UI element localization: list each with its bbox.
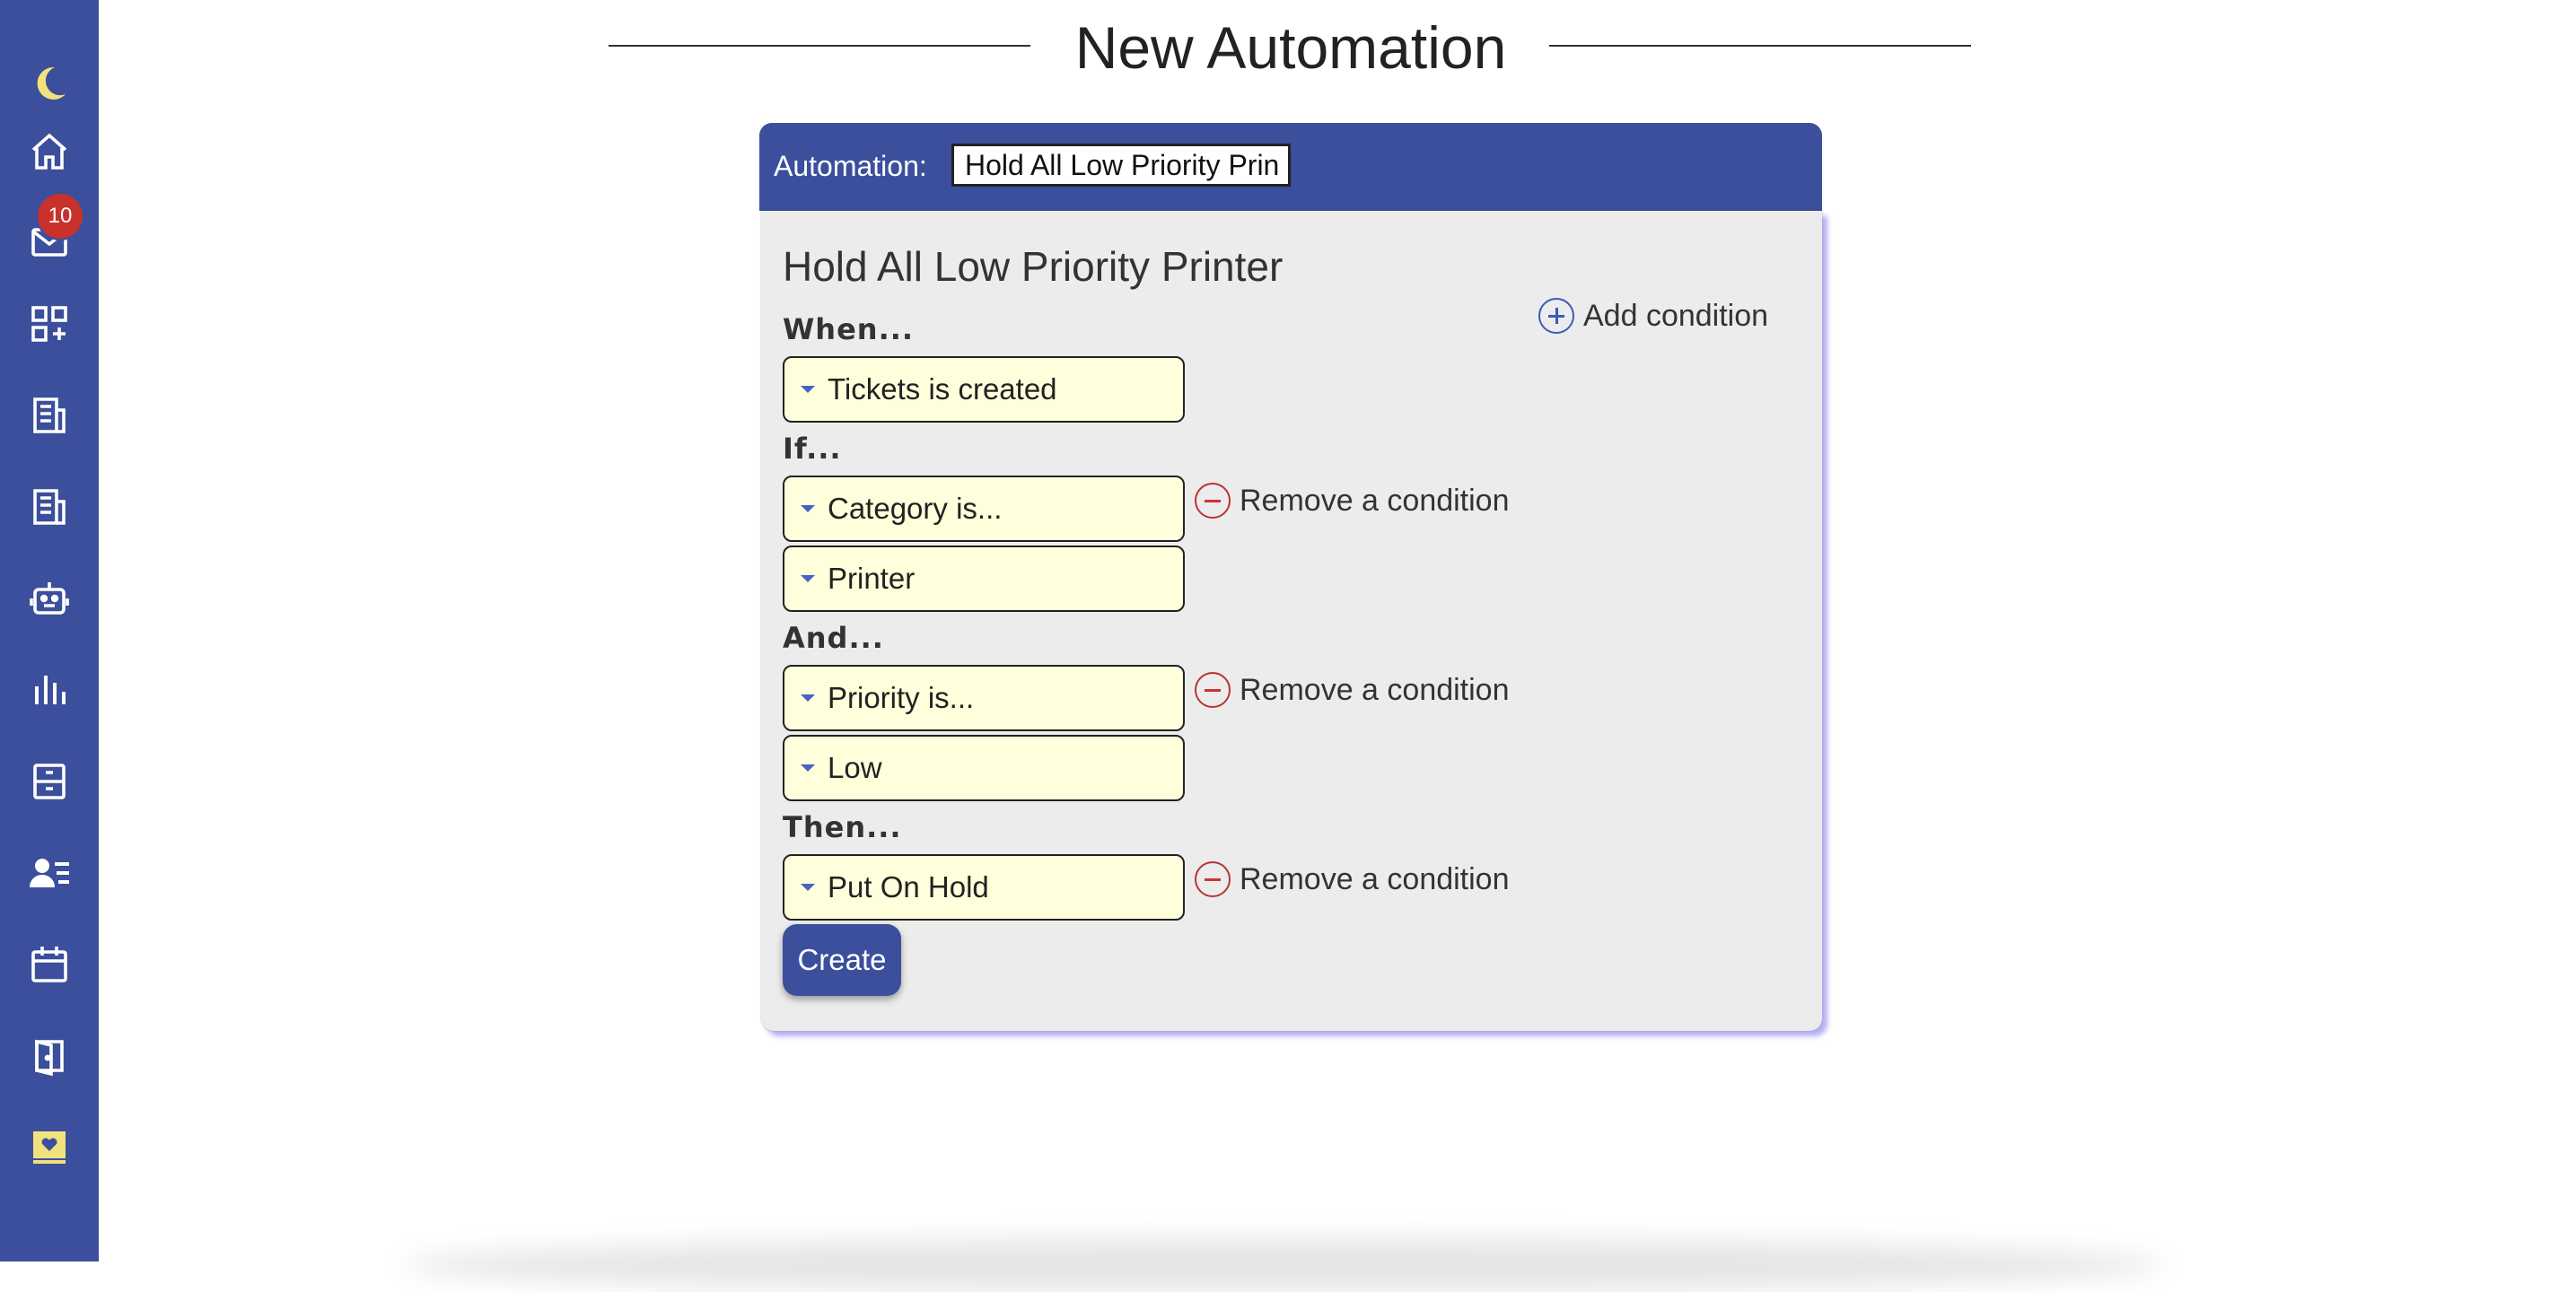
sidebar: 10 xyxy=(0,0,99,1261)
header-divider-left xyxy=(609,45,1030,47)
automation-name-label: Automation: xyxy=(774,150,927,182)
heart-monitor-icon[interactable] xyxy=(20,1118,79,1177)
remove-condition-label: Remove a condition xyxy=(1240,861,1510,896)
minus-circle-icon xyxy=(1195,483,1231,519)
archive-icon[interactable] xyxy=(20,752,79,811)
article-icon[interactable] xyxy=(20,386,79,445)
if-value-text: Printer xyxy=(828,562,916,595)
and-field-select[interactable]: Priority is... xyxy=(783,665,1185,731)
bottom-panel-shadow xyxy=(404,1238,2163,1292)
remove-condition-button[interactable]: Remove a condition xyxy=(1195,483,1510,519)
when-label: When... xyxy=(783,312,915,346)
automation-name-input[interactable]: Hold All Low Priority Prin xyxy=(951,144,1291,187)
and-label: And... xyxy=(783,621,884,655)
and-value-text: Low xyxy=(828,751,882,784)
minus-circle-icon xyxy=(1195,861,1231,897)
if-field-select[interactable]: Category is... xyxy=(783,476,1185,542)
chevron-down-icon xyxy=(801,694,815,702)
home-icon[interactable] xyxy=(20,122,79,181)
automation-name-bar: Automation: Hold All Low Priority Prin xyxy=(759,123,1822,211)
mail-count-badge: 10 xyxy=(36,192,84,240)
calendar-icon[interactable] xyxy=(20,935,79,994)
contacts-icon[interactable] xyxy=(20,843,79,903)
trigger-select[interactable]: Tickets is created xyxy=(783,356,1185,423)
if-value-select[interactable]: Printer xyxy=(783,546,1185,612)
chevron-down-icon xyxy=(801,884,815,891)
chevron-down-icon xyxy=(801,764,815,772)
and-value-select[interactable]: Low xyxy=(783,735,1185,801)
action-select[interactable]: Put On Hold xyxy=(783,854,1185,921)
article-icon[interactable] xyxy=(20,477,79,537)
and-field-value: Priority is... xyxy=(828,681,975,714)
remove-condition-button[interactable]: Remove a condition xyxy=(1195,861,1510,897)
add-condition-label: Add condition xyxy=(1583,298,1769,333)
remove-condition-button[interactable]: Remove a condition xyxy=(1195,672,1510,708)
robot-icon[interactable] xyxy=(20,569,79,628)
moon-icon[interactable] xyxy=(20,54,79,113)
create-button[interactable]: Create xyxy=(783,924,901,996)
if-label: If... xyxy=(783,432,842,466)
chevron-down-icon xyxy=(801,386,815,393)
page-title: New Automation xyxy=(1074,14,1507,81)
chevron-down-icon xyxy=(801,575,815,582)
chevron-down-icon xyxy=(801,505,815,512)
then-label: Then... xyxy=(783,810,902,844)
add-condition-button[interactable]: Add condition xyxy=(1538,298,1768,334)
plus-circle-icon xyxy=(1538,298,1574,334)
door-icon[interactable] xyxy=(20,1026,79,1086)
add-widget-icon[interactable] xyxy=(20,294,79,354)
trigger-select-value: Tickets is created xyxy=(828,372,1057,406)
automation-title: Hold All Low Priority Printer xyxy=(783,243,1284,290)
if-field-value: Category is... xyxy=(828,492,1003,525)
action-select-value: Put On Hold xyxy=(828,870,989,904)
remove-condition-label: Remove a condition xyxy=(1240,483,1510,518)
minus-circle-icon xyxy=(1195,672,1231,708)
bar-chart-icon[interactable] xyxy=(20,660,79,720)
remove-condition-label: Remove a condition xyxy=(1240,672,1510,707)
header-divider-right xyxy=(1549,45,1971,47)
